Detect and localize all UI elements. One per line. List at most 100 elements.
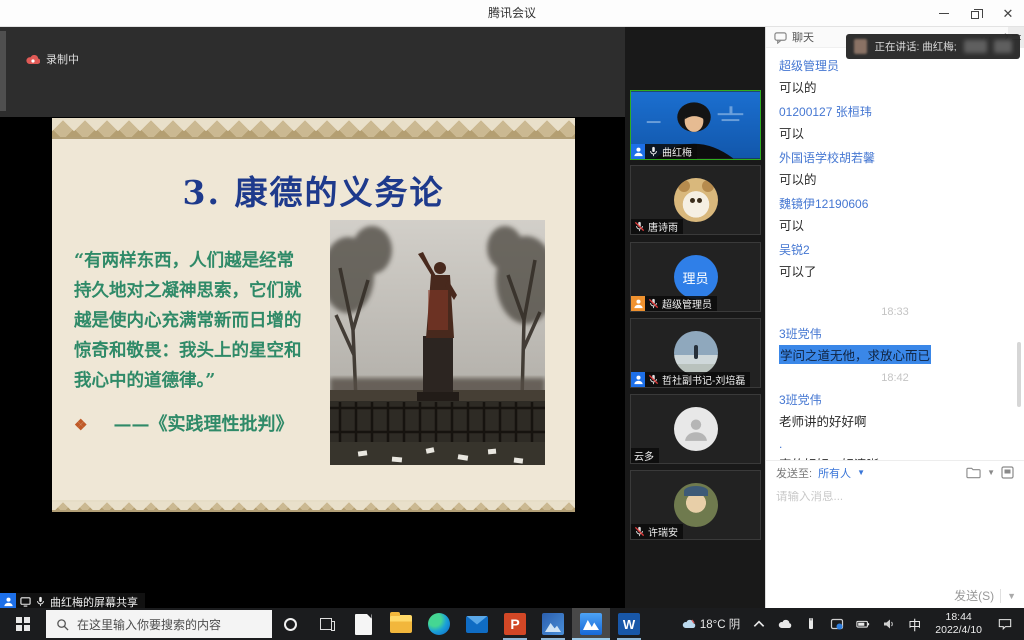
recording-cloud-icon xyxy=(26,54,40,65)
mail-icon xyxy=(466,616,488,633)
person-icon xyxy=(3,596,14,607)
start-button[interactable] xyxy=(0,608,46,640)
participant-tile-quhongmei[interactable]: 曲红梅 xyxy=(630,90,761,160)
weather-widget[interactable]: 18°C 阴 xyxy=(676,608,746,640)
mic-muted-icon xyxy=(648,374,659,385)
mic-muted-icon xyxy=(634,526,645,537)
chat-scrollbar[interactable] xyxy=(1017,342,1021,407)
participant-name: 哲社副书记-刘培磊 xyxy=(662,372,745,387)
chat-message: 外国语学校胡若馨 可以的 xyxy=(779,149,1011,188)
participant-name: 许瑞安 xyxy=(648,524,678,539)
taskbar-app-powerpoint[interactable]: P xyxy=(496,608,534,640)
message-sender[interactable]: 01200127 张桓玮 xyxy=(779,103,1011,120)
divider xyxy=(1000,589,1001,603)
chat-timestamp: 18:33 xyxy=(779,306,1011,318)
task-view-icon xyxy=(320,618,332,630)
ime-text: 中 xyxy=(908,615,921,634)
active-speaker-banner: 正在讲话: 曲红梅; xyxy=(846,34,1020,59)
file-transfer-icon[interactable] xyxy=(966,466,981,479)
send-options-chevron-icon[interactable]: ▼ xyxy=(1007,591,1016,601)
usb-device-tray-icon[interactable] xyxy=(798,608,824,640)
chat-message-list[interactable]: 超级管理员 可以的 01200127 张桓玮 可以 外国语学校胡若馨 可以的 魏… xyxy=(766,48,1024,460)
photos-icon xyxy=(542,613,564,635)
battery-tray-icon[interactable] xyxy=(850,608,876,640)
task-view-button[interactable] xyxy=(308,608,344,640)
participant-tile-yunduo[interactable]: 云多 xyxy=(630,394,761,464)
participant-tile-xuruian[interactable]: 许瑞安 xyxy=(630,470,761,540)
message-sender[interactable]: 3班党伟 xyxy=(779,391,1011,408)
message-sender[interactable]: 超级管理员 xyxy=(779,57,1011,74)
taskbar-app-mail[interactable] xyxy=(458,608,496,640)
slide-citation-text: ——《实践理性批判》 xyxy=(113,414,293,435)
taskbar-app-tencent-meeting[interactable] xyxy=(572,608,610,640)
chat-message: 01200127 张桓玮 可以 xyxy=(779,103,1011,142)
taskbar-app-photos[interactable] xyxy=(534,608,572,640)
chevron-down-icon[interactable]: ▼ xyxy=(987,468,995,477)
windows-logo-icon xyxy=(16,617,30,631)
participant-tile-liupeilei[interactable]: 哲社副书记-刘培磊 xyxy=(630,318,761,388)
chat-message-input[interactable] xyxy=(776,491,1014,503)
taskbar-app-notepad[interactable] xyxy=(344,608,382,640)
powerpoint-icon: P xyxy=(504,613,526,635)
message-sender[interactable]: 外国语学校胡若馨 xyxy=(779,149,1011,166)
screen-share-area: 录制中 3. 康德的义务论 “有两样东西，人们越是经常 持久地对之凝神思索，它们… xyxy=(0,27,625,608)
minimize-button[interactable] xyxy=(928,0,960,27)
taskbar-clock[interactable]: 18:44 2022/4/10 xyxy=(927,611,990,637)
chat-message: 3班党伟 老师讲的好好啊 xyxy=(779,391,1011,430)
restore-icon xyxy=(971,11,979,19)
participant-tile-tangshiyu[interactable]: 唐诗雨 xyxy=(630,165,761,235)
window-title: 腾讯会议 xyxy=(0,0,1024,27)
clock-date: 2022/4/10 xyxy=(935,624,982,637)
cortana-button[interactable] xyxy=(272,608,308,640)
participant-tile-admin[interactable]: 理员 超级管理员 xyxy=(630,242,761,312)
screen-record-tray-icon[interactable] xyxy=(824,608,850,640)
tray-expand-button[interactable] xyxy=(746,608,772,640)
mic-on-icon xyxy=(648,146,659,157)
search-placeholder: 在这里输入你要搜索的内容 xyxy=(77,616,221,633)
file-explorer-icon xyxy=(390,615,412,633)
message-sender[interactable]: . xyxy=(779,437,1011,451)
capture-icon xyxy=(830,617,844,631)
person-icon xyxy=(633,298,644,309)
tencent-meeting-icon xyxy=(580,613,602,635)
message-text: 可以的 xyxy=(779,77,1011,96)
shared-app-edge xyxy=(0,31,6,111)
ime-indicator[interactable]: 中 xyxy=(902,608,927,640)
onedrive-tray-icon[interactable] xyxy=(772,608,798,640)
chat-input-area xyxy=(766,487,1024,505)
chat-timestamp: 18:42 xyxy=(779,372,1011,384)
taskbar-search[interactable]: 在这里输入你要搜索的内容 xyxy=(46,610,272,638)
message-sender[interactable]: 吴锐2 xyxy=(779,241,1011,258)
message-text: 老师讲的好好啊 xyxy=(779,411,1011,430)
participant-name: 云多 xyxy=(634,448,654,463)
message-sender[interactable]: 魏镜伊12190606 xyxy=(779,195,1011,212)
cortana-icon xyxy=(284,618,297,631)
message-text: 可以了 xyxy=(779,261,1011,280)
taskbar-app-word[interactable]: W xyxy=(610,608,648,640)
participant-name: 曲红梅 xyxy=(662,144,692,159)
action-center-button[interactable] xyxy=(990,608,1024,640)
chat-title: 聊天 xyxy=(792,29,814,45)
taskbar-app-edge[interactable] xyxy=(420,608,458,640)
recording-label: 录制中 xyxy=(46,51,79,67)
taskbar-app-explorer[interactable] xyxy=(382,608,420,640)
restore-button[interactable] xyxy=(960,0,992,27)
send-to-row: 发送至: 所有人 ▼ ▼ xyxy=(766,460,1024,484)
send-button-row: 发送(S) ▼ xyxy=(766,587,1024,604)
volume-tray-icon[interactable] xyxy=(876,608,902,640)
chat-message: . 真的好好，好清晰 xyxy=(779,437,1011,460)
blurred-name xyxy=(994,40,1012,53)
send-button[interactable]: 发送(S) xyxy=(954,587,994,604)
message-sender[interactable]: 3班党伟 xyxy=(779,325,1011,342)
chevron-down-icon[interactable]: ▼ xyxy=(857,468,865,477)
speaking-label: 正在讲话: 曲红梅; xyxy=(874,39,956,54)
screenshot-icon[interactable] xyxy=(1001,466,1014,479)
chat-message: 魏镜伊12190606 可以 xyxy=(779,195,1011,234)
close-button[interactable]: ✕ xyxy=(992,0,1024,27)
avatar xyxy=(674,178,718,222)
minimize-icon xyxy=(939,13,949,14)
send-to-selector[interactable]: 所有人 xyxy=(818,465,851,481)
window-titlebar: 腾讯会议 ✕ xyxy=(0,0,1024,27)
windows-taskbar: 在这里输入你要搜索的内容 P xyxy=(0,608,1024,640)
chat-message: 超级管理员 可以的 xyxy=(779,57,1011,96)
